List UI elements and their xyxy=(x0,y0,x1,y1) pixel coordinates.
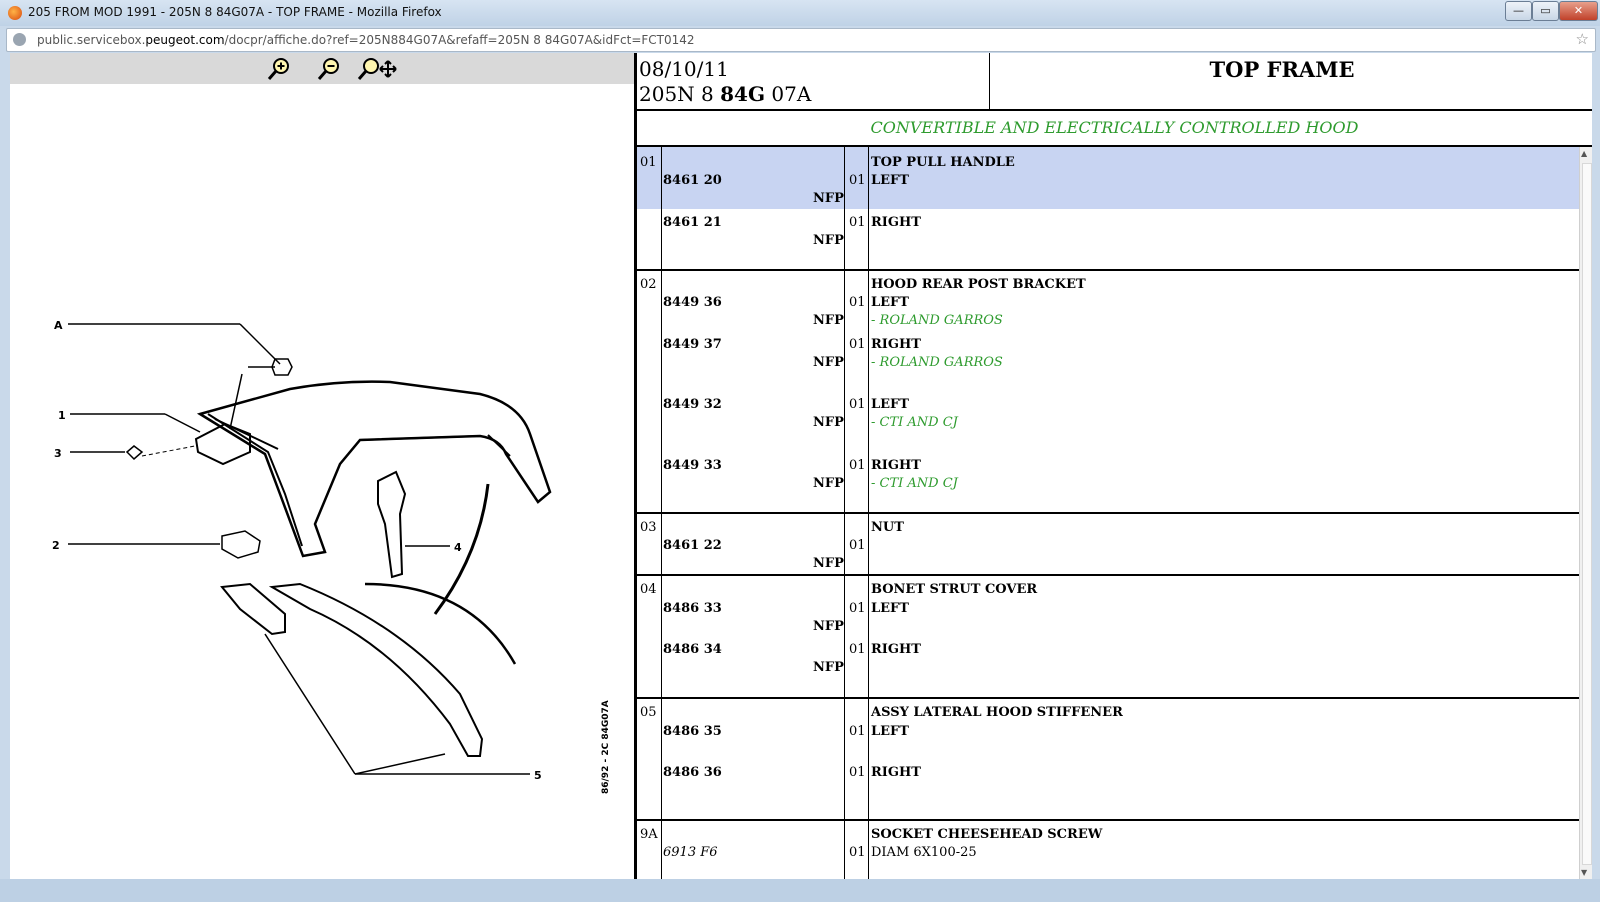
part-qty: 01 xyxy=(849,765,866,780)
site-identity-icon[interactable] xyxy=(13,33,26,46)
group-name: SOCKET CHEESEHEAD SCREW xyxy=(871,827,1103,842)
firefox-icon xyxy=(8,6,22,20)
part-desc: DIAM 6X100-25 xyxy=(871,845,977,860)
part-ref[interactable]: 6913 F6 xyxy=(663,845,718,860)
part-note: - CTI AND CJ xyxy=(871,415,958,430)
zoom-in-icon[interactable] xyxy=(265,56,295,82)
part-ref[interactable]: 8461 21 xyxy=(663,215,722,230)
bookmark-star-icon[interactable]: ☆ xyxy=(1576,30,1589,48)
label-a: A xyxy=(54,319,63,332)
part-note: - ROLAND GARROS xyxy=(871,313,1003,328)
document-subtitle: CONVERTIBLE AND ELECTRICALLY CONTROLLED … xyxy=(637,111,1592,147)
zoom-pan-icon[interactable] xyxy=(355,56,399,82)
group-name: ASSY LATERAL HOOD STIFFENER xyxy=(871,705,1123,720)
part-ref[interactable]: 8449 33 xyxy=(663,458,722,473)
part-desc: LEFT xyxy=(871,724,909,739)
part-note: - CTI AND CJ xyxy=(871,476,958,491)
window-title: 205 FROM MOD 1991 - 205N 8 84G07A - TOP … xyxy=(28,5,442,19)
part-nfp: NFP xyxy=(813,415,844,430)
part-qty: 01 xyxy=(849,397,866,412)
diagram-code: 86/92 - 2C 84G07A xyxy=(601,700,611,794)
part-qty: 01 xyxy=(849,642,866,657)
part-desc: RIGHT xyxy=(871,642,921,657)
part-qty: 01 xyxy=(849,458,866,473)
label-3: 3 xyxy=(54,447,62,460)
window-bottom-frame xyxy=(0,879,1600,902)
group-name: NUT xyxy=(871,520,904,535)
zoom-out-icon[interactable] xyxy=(315,56,345,82)
part-ref[interactable]: 8486 34 xyxy=(663,642,722,657)
table-scrollbar[interactable]: ▲ ▼ xyxy=(1579,147,1592,879)
part-nfp: NFP xyxy=(813,233,844,248)
part-qty: 01 xyxy=(849,215,866,230)
selected-row-highlight xyxy=(637,147,1582,209)
url-text[interactable]: public.servicebox.peugeot.com/docpr/affi… xyxy=(37,33,695,47)
page-content: A 1 3 2 4 5 86/92 - 2C 84G07A 08/10/11 2… xyxy=(10,53,1592,879)
group-number: 04 xyxy=(640,582,657,597)
browser-window: 205 FROM MOD 1991 - 205N 8 84G07A - TOP … xyxy=(0,0,1600,902)
close-button[interactable]: ✕ xyxy=(1559,1,1598,21)
part-nfp: NFP xyxy=(813,313,844,328)
part-desc: RIGHT xyxy=(871,337,921,352)
label-4: 4 xyxy=(454,541,462,554)
part-nfp: NFP xyxy=(813,355,844,370)
group-number: 05 xyxy=(640,705,657,720)
label-5: 5 xyxy=(534,769,542,782)
part-qty: 01 xyxy=(849,337,866,352)
part-qty: 01 xyxy=(849,538,866,553)
zoom-toolbar xyxy=(10,53,634,84)
part-nfp: NFP xyxy=(813,660,844,675)
part-qty: 01 xyxy=(849,845,866,860)
label-2: 2 xyxy=(52,539,60,552)
part-ref[interactable]: 8486 35 xyxy=(663,724,722,739)
scroll-down-icon[interactable]: ▼ xyxy=(1581,868,1587,877)
part-qty: 01 xyxy=(849,724,866,739)
address-bar[interactable]: public.servicebox.peugeot.com/docpr/affi… xyxy=(6,28,1596,52)
part-ref[interactable]: 8449 37 xyxy=(663,337,722,352)
part-qty: 01 xyxy=(849,295,866,310)
part-desc: RIGHT xyxy=(871,458,921,473)
group-number: 02 xyxy=(640,277,657,292)
part-ref[interactable]: 8486 36 xyxy=(663,765,722,780)
parts-pane: 08/10/11 205N 8 84G 07A TOP FRAME CONVER… xyxy=(637,53,1592,879)
part-ref[interactable]: 8486 33 xyxy=(663,601,722,616)
part-qty: 01 xyxy=(849,173,866,188)
part-nfp: NFP xyxy=(813,556,844,571)
scroll-up-icon[interactable]: ▲ xyxy=(1581,149,1587,158)
part-ref[interactable]: 8461 20 xyxy=(663,173,722,188)
scroll-thumb[interactable] xyxy=(1582,163,1592,865)
group-number: 03 xyxy=(640,520,657,535)
part-desc: RIGHT xyxy=(871,765,921,780)
part-note: - ROLAND GARROS xyxy=(871,355,1003,370)
part-nfp: NFP xyxy=(813,619,844,634)
group-name: HOOD REAR POST BRACKET xyxy=(871,277,1086,292)
diagram-pane: A 1 3 2 4 5 86/92 - 2C 84G07A xyxy=(10,53,634,879)
label-1: 1 xyxy=(58,409,66,422)
parts-table: 01 TOP PULL HANDLE 8461 20 01 LEFT NFP 8… xyxy=(637,147,1582,879)
part-nfp: NFP xyxy=(813,476,844,491)
part-ref[interactable]: 8461 22 xyxy=(663,538,722,553)
document-ref: 205N 8 84G 07A xyxy=(639,82,812,106)
part-nfp: NFP xyxy=(813,191,844,206)
document-title: TOP FRAME xyxy=(1209,57,1355,82)
document-date: 08/10/11 xyxy=(639,57,729,81)
part-desc: LEFT xyxy=(871,397,909,412)
title-bar: 205 FROM MOD 1991 - 205N 8 84G07A - TOP … xyxy=(0,0,1600,26)
group-name: TOP PULL HANDLE xyxy=(871,155,1015,170)
part-ref[interactable]: 8449 32 xyxy=(663,397,722,412)
group-number: 01 xyxy=(640,155,657,170)
exploded-parts-diagram: A 1 3 2 4 5 86/92 - 2C 84G07A xyxy=(52,319,611,794)
part-desc: LEFT xyxy=(871,601,909,616)
maximize-button[interactable]: ▭ xyxy=(1532,1,1559,21)
part-desc: RIGHT xyxy=(871,215,921,230)
part-desc: LEFT xyxy=(871,295,909,310)
part-desc: LEFT xyxy=(871,173,909,188)
part-qty: 01 xyxy=(849,601,866,616)
group-number: 9A xyxy=(640,827,658,842)
document-header: 08/10/11 205N 8 84G 07A TOP FRAME xyxy=(637,53,1592,111)
part-ref[interactable]: 8449 36 xyxy=(663,295,722,310)
minimize-button[interactable]: — xyxy=(1505,1,1532,21)
group-name: BONET STRUT COVER xyxy=(871,582,1038,597)
